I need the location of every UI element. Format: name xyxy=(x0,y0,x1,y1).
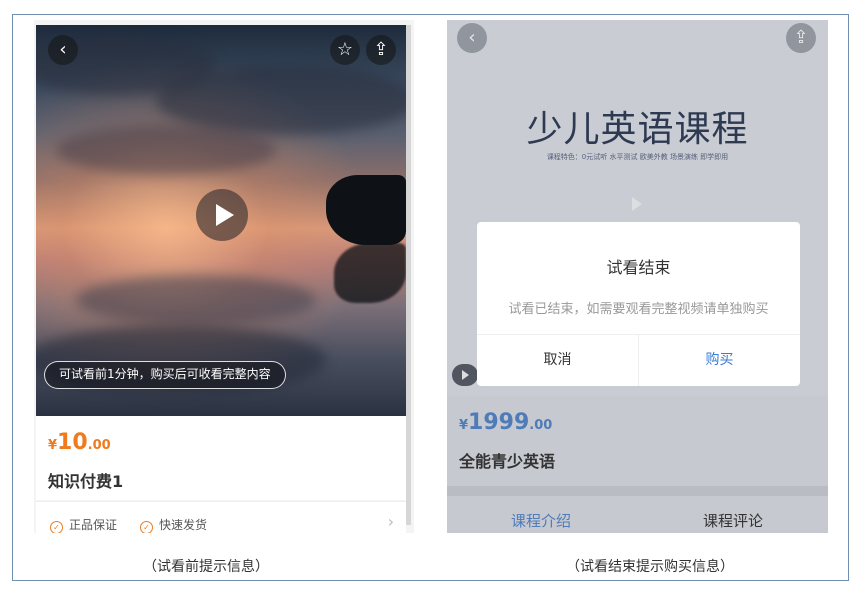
course-title: 少儿英语课程 xyxy=(526,109,749,150)
guarantee-row[interactable]: ✓ 正品保证 ✓ 快速发货 › xyxy=(36,501,406,533)
rock-reflection xyxy=(334,243,406,303)
cloud-reflection xyxy=(76,275,316,325)
cancel-button[interactable]: 取消 xyxy=(477,335,638,386)
course-subtitle: 课程特色：0元试听 水平测试 欧美外教 场景演练 即学即用 xyxy=(546,153,729,161)
currency-symbol: ¥ xyxy=(459,418,469,433)
caption-right: （试看结束提示购买信息） xyxy=(566,559,734,575)
play-icon xyxy=(632,197,642,211)
tab-course-reviews[interactable]: 课程评论 xyxy=(703,510,763,531)
trial-ended-dialog: 试看结束 试看已结束，如需要观看完整视频请单独购买 取消 购买 xyxy=(477,222,800,386)
trial-hint-pill: 可试看前1分钟，购买后可收看完整内容 xyxy=(44,361,286,389)
product-name: 知识付费1 xyxy=(48,472,124,491)
currency-symbol: ¥ xyxy=(48,438,58,453)
cloud-shape xyxy=(156,65,406,135)
share-icon: ⇪ xyxy=(793,27,809,48)
price-decimal: .00 xyxy=(529,418,553,433)
share-icon: ⇪ xyxy=(373,39,389,60)
share-button[interactable]: ⇪ xyxy=(786,23,816,53)
price-decimal: .00 xyxy=(87,438,111,453)
left-phone-screen: ‹ ☆ ⇪ 可试看前1分钟，购买后可收看完整内容 ¥10.00 知识付费1 ✓ 正… xyxy=(34,20,414,533)
price-integer: 10 xyxy=(57,430,88,455)
back-icon: ‹ xyxy=(468,27,476,48)
caption-left: （试看前提示信息） xyxy=(143,559,269,575)
section-gap xyxy=(447,486,828,496)
dialog-message: 试看已结束，如需要观看完整视频请单独购买 xyxy=(508,302,769,317)
price-section: ¥1999.00 全能青少英语 xyxy=(447,396,828,486)
right-phone-screen: ‹ ⇪ 少儿英语课程 课程特色：0元试听 水平测试 欧美外教 场景演练 即学即用… xyxy=(447,20,828,533)
guarantee-item: ✓ 正品保证 xyxy=(50,516,117,533)
tab-bar: 课程介绍 课程评论 xyxy=(447,496,828,533)
scrollbar[interactable] xyxy=(406,25,411,525)
price-section: ¥10.00 知识付费1 xyxy=(36,416,406,500)
guarantee-label: 快速发货 xyxy=(159,518,208,532)
video-player[interactable]: ‹ ☆ ⇪ 可试看前1分钟，购买后可收看完整内容 xyxy=(36,25,406,416)
price: ¥10.00 xyxy=(48,430,111,455)
check-circle-icon: ✓ xyxy=(50,521,63,533)
product-name: 全能青少英语 xyxy=(459,452,556,471)
price-integer: 1999 xyxy=(468,410,530,435)
check-circle-icon: ✓ xyxy=(140,521,153,533)
play-button[interactable] xyxy=(196,189,248,241)
buy-button[interactable]: 购买 xyxy=(639,335,800,386)
dialog-title: 试看结束 xyxy=(606,258,671,277)
star-icon: ☆ xyxy=(336,39,354,60)
rock-silhouette xyxy=(326,175,406,245)
price: ¥1999.00 xyxy=(459,410,552,435)
share-button[interactable]: ⇪ xyxy=(366,35,396,65)
guarantee-item: ✓ 快速发货 xyxy=(140,516,207,533)
guarantee-label: 正品保证 xyxy=(69,518,118,532)
favorite-button[interactable]: ☆ xyxy=(330,35,360,65)
back-icon: ‹ xyxy=(59,39,67,60)
cloud-shape xyxy=(56,125,276,175)
mini-play-button[interactable] xyxy=(452,364,478,386)
chevron-right-icon: › xyxy=(387,512,394,531)
back-button[interactable]: ‹ xyxy=(457,23,487,53)
back-button[interactable]: ‹ xyxy=(48,35,78,65)
tab-course-intro[interactable]: 课程介绍 xyxy=(511,510,571,531)
